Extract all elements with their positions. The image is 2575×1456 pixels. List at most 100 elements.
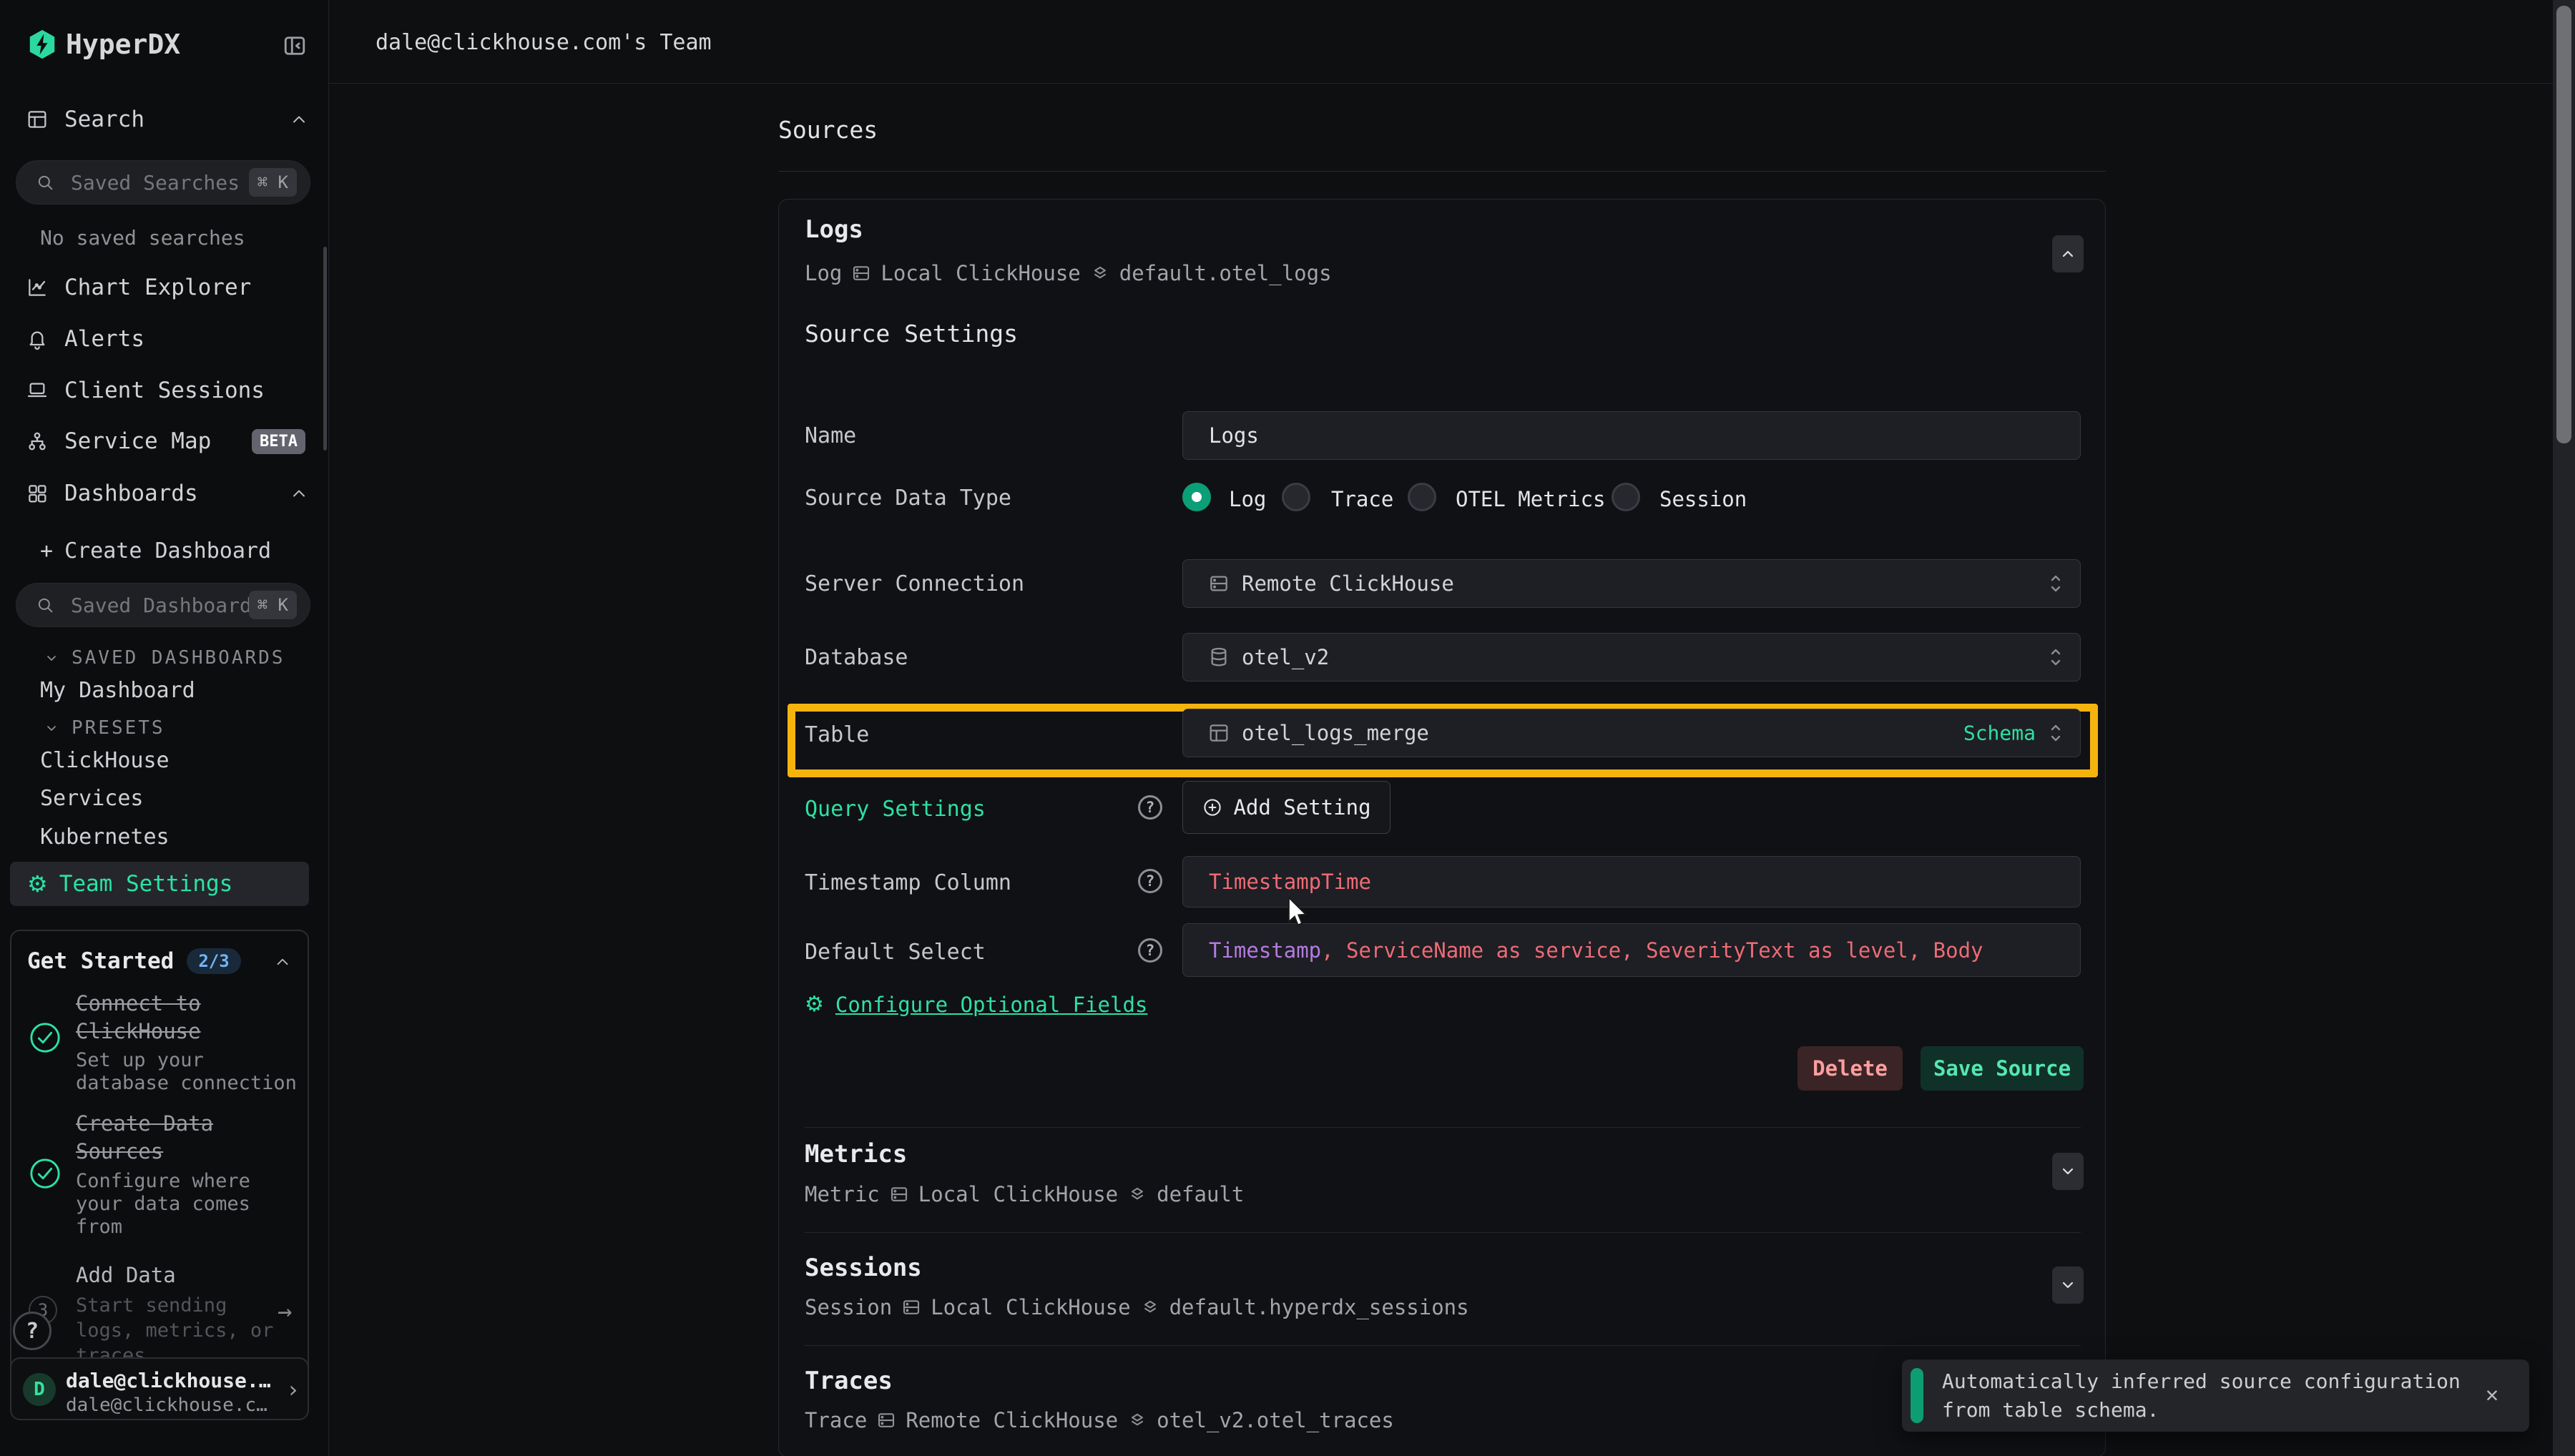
table-path-label: default: [1157, 1182, 1244, 1206]
select-chevrons-icon: [2047, 721, 2064, 745]
layers-icon: [1089, 262, 1111, 284]
user-name: dale@clickhouse.…: [66, 1369, 271, 1392]
radio-trace-label[interactable]: Trace: [1331, 487, 1393, 511]
add-setting-label: Add Setting: [1233, 795, 1370, 820]
toast-message-line2: from table schema.: [1942, 1398, 2159, 1422]
save-source-button[interactable]: Save Source: [1921, 1046, 2084, 1091]
sidebar-item-alerts[interactable]: Alerts: [26, 323, 312, 355]
divider: [805, 1127, 2081, 1128]
saved-dashboards-input[interactable]: Saved Dashboards ⌘ K: [16, 583, 310, 627]
server-icon: [1207, 572, 1230, 595]
step-title[interactable]: Add Data: [76, 1263, 176, 1287]
page-title: Sources: [778, 116, 878, 144]
name-input[interactable]: Logs: [1182, 411, 2081, 460]
sidebar-item-label: Client Sessions: [64, 378, 265, 403]
get-started-panel: Get Started 2/3 Connect to ClickHouse Se…: [10, 930, 309, 1394]
search-icon: [35, 595, 55, 615]
optional-fields-label: Configure Optional Fields: [835, 993, 1148, 1017]
name-label: Name: [805, 423, 856, 448]
brand-title: HyperDX: [66, 29, 180, 60]
radio-trace[interactable]: [1282, 483, 1310, 511]
expand-metrics-button[interactable]: [2052, 1153, 2084, 1190]
sidebar-item-dashboards[interactable]: Dashboards: [26, 478, 312, 509]
step-desc: Set up your database connection: [76, 1049, 305, 1095]
group-saved-dashboards[interactable]: SAVED DASHBOARDS: [43, 642, 300, 674]
chevron-up-icon[interactable]: [289, 483, 309, 503]
avatar: D: [23, 1373, 56, 1406]
check-circle-icon: [29, 1021, 62, 1054]
step-title[interactable]: Connect to ClickHouse: [76, 990, 305, 1046]
sidebar-item-client-sessions[interactable]: Client Sessions: [26, 375, 312, 406]
beta-badge: BETA: [252, 429, 305, 454]
sidebar-section-search[interactable]: Search: [26, 104, 312, 135]
saved-searches-input[interactable]: Saved Searches ⌘ K: [16, 160, 310, 205]
group-heading: SAVED DASHBOARDS: [72, 647, 285, 669]
sidebar-scrollbar-thumb[interactable]: [323, 247, 327, 451]
arrow-right-icon[interactable]: →: [278, 1297, 292, 1326]
radio-log-label[interactable]: Log: [1229, 487, 1266, 511]
sidebar-item-team-settings[interactable]: ⚙ Team Settings: [10, 862, 309, 906]
table-label: Table: [805, 722, 869, 747]
preset-link-label: Kubernetes: [40, 825, 170, 850]
chevron-up-icon[interactable]: [289, 109, 309, 129]
sidebar-item-my-dashboard[interactable]: My Dashboard: [40, 674, 298, 706]
toast-notification: Automatically inferred source configurat…: [1902, 1359, 2529, 1432]
chart-icon: [26, 276, 49, 299]
plus-icon: +: [40, 538, 53, 564]
expand-sessions-button[interactable]: [2052, 1266, 2084, 1304]
server-icon: [850, 262, 872, 284]
user-menu[interactable]: D dale@clickhouse.… dale@clickhouse.c… ›: [10, 1357, 309, 1420]
add-setting-button[interactable]: Add Setting: [1182, 781, 1390, 834]
dashboard-link-label: My Dashboard: [40, 678, 195, 703]
divider: [805, 1232, 2081, 1233]
sidebar-item-kubernetes-preset[interactable]: Kubernetes: [40, 821, 298, 852]
collapse-logs-button[interactable]: [2052, 235, 2084, 272]
create-dashboard-button[interactable]: + Create Dashboard: [40, 535, 312, 566]
source-type-label: Metric: [805, 1182, 880, 1206]
sessions-meta: Session Local ClickHouse default.hyperdx…: [805, 1295, 1469, 1319]
radio-session-label[interactable]: Session: [1659, 487, 1747, 511]
help-tooltip-icon[interactable]: ?: [1138, 938, 1162, 963]
progress-badge: 2/3: [187, 948, 240, 974]
help-tooltip-icon[interactable]: ?: [1138, 795, 1162, 820]
cmd-k-shortcut: ⌘ K: [249, 168, 297, 197]
close-icon[interactable]: ✕: [2486, 1382, 2498, 1407]
sidebar-item-label: Chart Explorer: [64, 275, 251, 300]
help-button[interactable]: ?: [13, 1312, 52, 1350]
collapse-sidebar-icon[interactable]: [282, 33, 308, 59]
source-type-label: Log: [805, 261, 842, 285]
table-icon: [26, 108, 49, 131]
sidebar-item-label: Dashboards: [64, 481, 198, 506]
group-presets[interactable]: PRESETS: [43, 712, 300, 744]
configure-optional-fields-link[interactable]: ⚙ Configure Optional Fields: [805, 992, 1147, 1017]
app-root: HyperDX Search Saved Searches ⌘ K No sav…: [0, 0, 2575, 1456]
schema-link[interactable]: Schema: [1963, 722, 2036, 745]
sidebar-item-chart-explorer[interactable]: Chart Explorer: [26, 272, 312, 303]
database-select[interactable]: otel_v2: [1182, 633, 2081, 682]
radio-otel-metrics[interactable]: [1408, 483, 1436, 511]
radio-log[interactable]: [1182, 483, 1211, 511]
step-title[interactable]: Create Data Sources: [76, 1110, 305, 1166]
sidebar-item-service-map[interactable]: Service Map BETA: [26, 426, 312, 457]
help-tooltip-icon[interactable]: ?: [1138, 869, 1162, 893]
table-path-label: default.hyperdx_sessions: [1169, 1295, 1469, 1319]
delete-button[interactable]: Delete: [1797, 1046, 1903, 1091]
saved-dashboards-placeholder: Saved Dashboards: [71, 594, 264, 617]
sidebar-item-services-preset[interactable]: Services: [40, 782, 298, 814]
laptop-icon: [26, 379, 49, 402]
divider: [805, 1345, 2081, 1346]
table-select[interactable]: otel_logs_merge Schema: [1182, 709, 2081, 757]
chevron-up-icon[interactable]: [273, 953, 292, 971]
scrollbar-thumb[interactable]: [2556, 6, 2571, 443]
radio-session[interactable]: [1612, 483, 1640, 511]
sidebar-item-clickhouse-preset[interactable]: ClickHouse: [40, 744, 298, 776]
radio-otel-metrics-label[interactable]: OTEL Metrics: [1456, 487, 1606, 511]
circle-plus-icon: [1202, 797, 1223, 818]
default-select-input[interactable]: Timestamp, ServiceName as service, Sever…: [1182, 923, 2081, 977]
sidebar: HyperDX Search Saved Searches ⌘ K No sav…: [0, 0, 329, 1456]
server-icon: [888, 1184, 910, 1205]
toast-accent-bar: [1911, 1368, 1923, 1423]
hyperdx-logo-icon: [26, 27, 59, 62]
timestamp-column-value: TimestampTime: [1209, 870, 1371, 894]
server-connection-select[interactable]: Remote ClickHouse: [1182, 559, 2081, 608]
